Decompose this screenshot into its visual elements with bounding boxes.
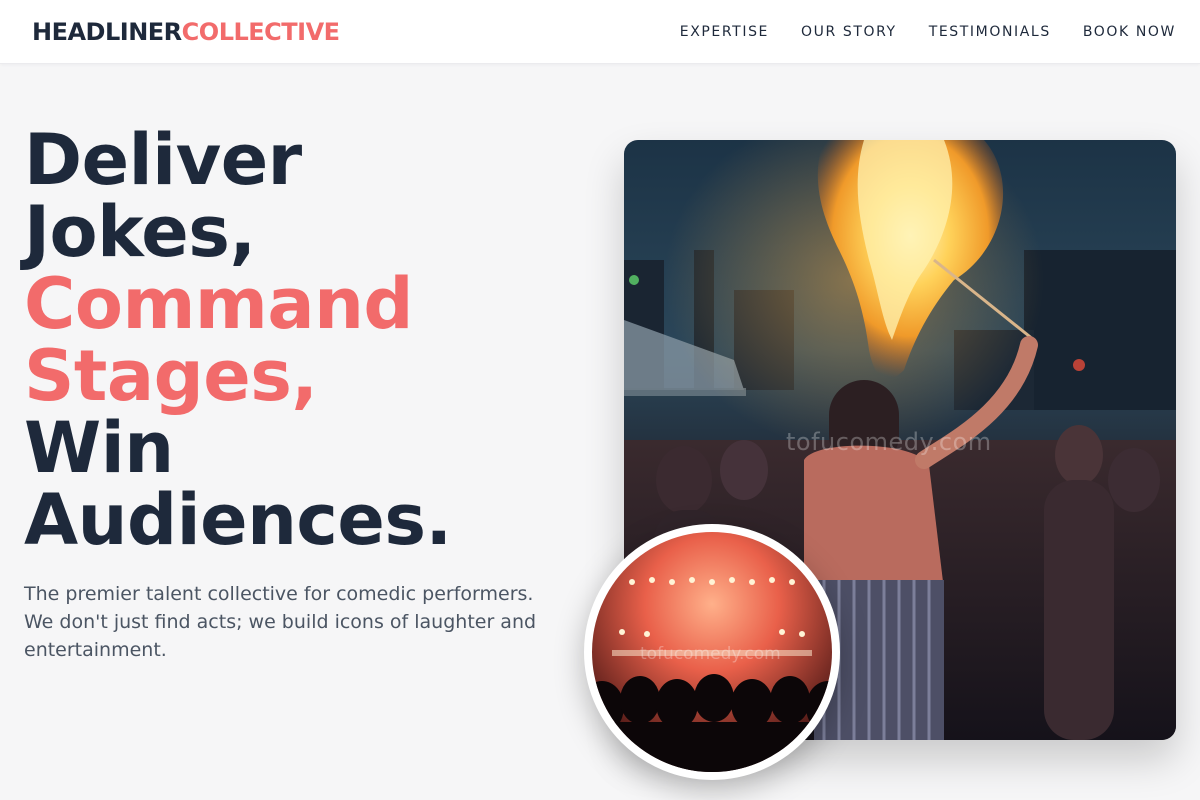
headline-line: Jokes, — [24, 191, 256, 273]
nav-link-expertise[interactable]: EXPERTISE — [680, 22, 769, 42]
logo-text-primary: HEADLINER — [32, 18, 182, 46]
watermark-text: tofucomedy.com — [640, 644, 781, 664]
headline-line-accent: Command — [24, 263, 414, 345]
hero-headline: Deliver Jokes, Command Stages, Win Audie… — [24, 124, 452, 556]
headline-line: Audiences. — [24, 479, 452, 561]
concert-crowd-photo: tofucomedy.com — [584, 524, 840, 780]
main-nav: EXPERTISE OUR STORY TESTIMONIALS BOOK NO… — [680, 22, 1176, 42]
hero-subtext: The premier talent collective for comedi… — [24, 583, 537, 661]
headline-line: Win — [24, 407, 174, 489]
watermark-text: tofucomedy.com — [786, 428, 992, 456]
headline-line: Deliver — [24, 119, 302, 201]
site-logo[interactable]: HEADLINERCOLLECTIVE — [32, 17, 340, 47]
nav-link-book-now[interactable]: BOOK NOW — [1083, 22, 1176, 42]
headline-line-accent: Stages, — [24, 335, 318, 417]
nav-link-our-story[interactable]: OUR STORY — [801, 22, 897, 42]
nav-link-testimonials[interactable]: TESTIMONIALS — [929, 22, 1051, 42]
logo-text-accent: COLLECTIVE — [181, 18, 340, 46]
site-header: HEADLINERCOLLECTIVE EXPERTISE OUR STORY … — [0, 0, 1200, 64]
concert-crowd-image: tofucomedy.com — [592, 532, 832, 772]
